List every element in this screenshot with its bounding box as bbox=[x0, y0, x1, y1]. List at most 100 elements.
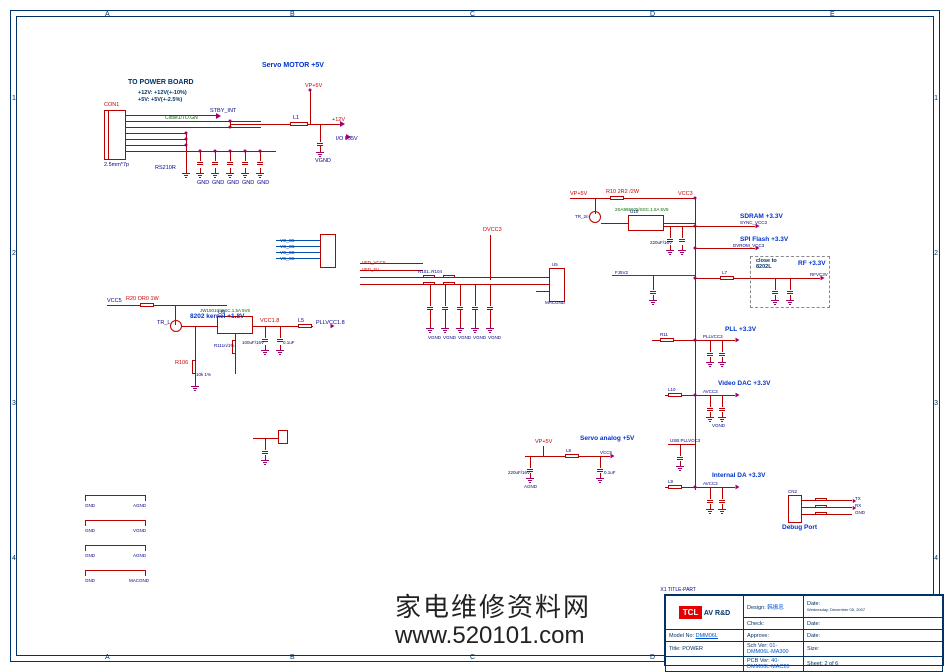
lbl-vgnd1: VGND bbox=[315, 158, 331, 164]
title-block: TCL AV R&D Design: 韩振忠 Date: Wednesday, … bbox=[664, 594, 944, 666]
wire-u10-out bbox=[664, 223, 695, 224]
arrow-12v bbox=[340, 121, 345, 127]
lbl-r11: R11 bbox=[660, 332, 668, 337]
lbl-cgnd2: VGND bbox=[443, 335, 456, 340]
row-1-l: 1 bbox=[12, 95, 16, 102]
res-r10 bbox=[610, 196, 624, 200]
lbl-agnd-sa: AGND bbox=[524, 484, 537, 489]
cw3 bbox=[360, 277, 550, 278]
cap-r5 bbox=[257, 161, 263, 167]
wire-pin4 bbox=[126, 133, 186, 134]
wire-vp5v-r bbox=[570, 198, 695, 199]
val-designer: 韩振忠 bbox=[767, 605, 784, 611]
lbl-dvcc3-top: DVCC3 bbox=[483, 227, 502, 233]
lbl-l1: L1 bbox=[293, 115, 299, 121]
col-a-top: A bbox=[105, 11, 110, 18]
cap-r4 bbox=[242, 161, 248, 167]
node-spi bbox=[694, 247, 697, 250]
col-c-bot: C bbox=[470, 654, 475, 661]
note-close-to: close to 8202L bbox=[756, 258, 777, 270]
ind-l7 bbox=[720, 276, 734, 280]
wlone2 bbox=[265, 438, 266, 450]
conn-left-small bbox=[320, 234, 336, 268]
wire-usb-pll bbox=[668, 444, 695, 445]
regulator-u10 bbox=[628, 215, 664, 231]
arrow-ida bbox=[736, 485, 740, 490]
heading-pll: PLL +3.3V bbox=[725, 326, 756, 333]
csd2 bbox=[679, 238, 685, 244]
bw2 bbox=[276, 246, 320, 247]
wc2 bbox=[215, 151, 216, 161]
arrow-pll bbox=[736, 338, 740, 343]
res-c3 bbox=[443, 275, 455, 278]
arrow-iofj5v bbox=[346, 134, 351, 140]
wsdc1 bbox=[670, 226, 671, 238]
row-4-l: 4 bbox=[12, 555, 16, 562]
wsac1 bbox=[530, 456, 531, 468]
lbl-macgnd-u5: MACGND bbox=[545, 300, 565, 305]
grf2 bbox=[786, 300, 794, 306]
lbl-date3: Date: bbox=[807, 633, 820, 639]
res-r11-pll bbox=[660, 338, 674, 342]
lbl-check: Check: bbox=[747, 621, 764, 627]
ind-l9 bbox=[668, 485, 682, 489]
wfj bbox=[653, 275, 654, 290]
lbl-cgnd4: VGND bbox=[473, 335, 486, 340]
rdb2 bbox=[815, 505, 827, 508]
bw3 bbox=[276, 252, 320, 253]
lbl-gndrow4: GND bbox=[242, 180, 254, 186]
node-pll bbox=[694, 339, 697, 342]
wire-spi bbox=[695, 248, 755, 249]
wsac2 bbox=[600, 456, 601, 468]
row-4-r: 4 bbox=[934, 555, 938, 562]
lbl-date2: Date: bbox=[807, 621, 820, 627]
heading-debug: Debug Port bbox=[782, 524, 817, 531]
lbl-l8: L8 bbox=[566, 448, 571, 453]
heading-ida: Internal DA +3.3V bbox=[712, 472, 765, 479]
wire-sdram bbox=[695, 226, 755, 227]
wc4 bbox=[245, 151, 246, 161]
transistor-trl bbox=[170, 320, 182, 332]
lbl-dvrom-vcc3: DVROM_VCC3 bbox=[733, 243, 764, 248]
wdb1 bbox=[802, 500, 852, 501]
cgnd1 bbox=[426, 328, 434, 334]
col-e-top: E bbox=[830, 11, 835, 18]
wc5 bbox=[260, 151, 261, 161]
lbl-design: Design: bbox=[747, 605, 766, 611]
wvd1 bbox=[710, 395, 711, 407]
lbl-title: Title: bbox=[669, 646, 681, 652]
heading-sdram: SDRAM +3.3V bbox=[740, 213, 783, 220]
heading-kernel: 8202 kernel +1.8V bbox=[190, 313, 244, 320]
lbl-ug2b: VGND bbox=[133, 528, 146, 533]
lbl-gndrow5: GND bbox=[257, 180, 269, 186]
bw4 bbox=[276, 258, 320, 259]
lbl-pllvcc3: PLLVCC3 bbox=[703, 334, 723, 339]
lbl-cgnd1: VGND bbox=[428, 335, 441, 340]
col-b-top: B bbox=[290, 11, 295, 18]
gid1 bbox=[706, 509, 714, 515]
gpll1 bbox=[706, 362, 714, 368]
gfj bbox=[649, 300, 657, 306]
wire-u10-in bbox=[601, 223, 628, 224]
wire-u5-l bbox=[536, 291, 549, 292]
col-c-top: C bbox=[470, 11, 475, 18]
col-d-bot: D bbox=[650, 654, 655, 661]
ind-l10 bbox=[668, 393, 682, 397]
gsd2 bbox=[678, 250, 686, 256]
con1-type: 2.5mm*7p bbox=[104, 162, 129, 168]
row-2-l: 2 bbox=[12, 250, 16, 257]
lbl-rfvcc3: RFVC3V bbox=[810, 272, 828, 277]
gnd-r1 bbox=[196, 173, 204, 179]
cap-r1 bbox=[197, 161, 203, 167]
gpll2 bbox=[718, 362, 726, 368]
lbl-x1: X1 TITLE-PART bbox=[660, 587, 696, 593]
arrow-stby bbox=[216, 113, 221, 119]
lbl-u10-type: 2SA955605/SSC.1.5A 5V5 bbox=[615, 207, 669, 212]
lbl-stby-int-pos: Close1/TO.GN bbox=[165, 115, 198, 121]
wc18a bbox=[265, 326, 266, 338]
wdb3 bbox=[802, 514, 852, 515]
lbl-gndrow3: GND bbox=[227, 180, 239, 186]
lbl-vfd-int: VFD_VCC5 bbox=[362, 260, 386, 265]
lbl-csa1: 220uF/16V bbox=[508, 470, 530, 475]
row-3-r: 3 bbox=[934, 400, 938, 407]
